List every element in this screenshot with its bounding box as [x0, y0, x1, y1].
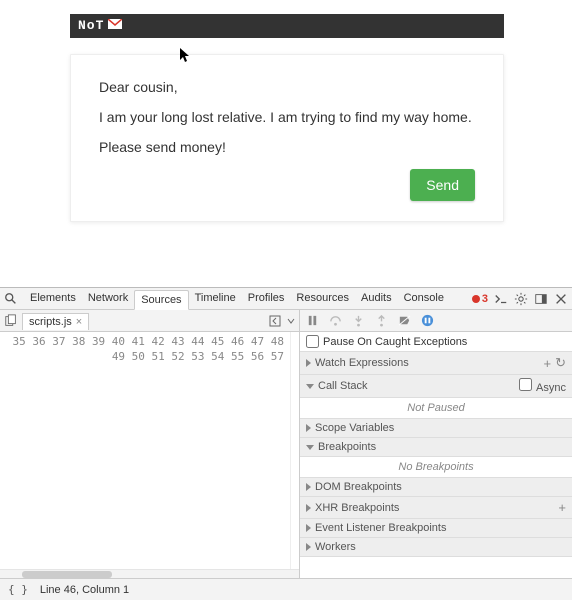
event-listener-breakpoints-header[interactable]: Event Listener Breakpoints: [300, 519, 572, 538]
scope-variables-header[interactable]: Scope Variables: [300, 419, 572, 438]
xhr-breakpoints-header[interactable]: XHR Breakpoints +: [300, 497, 572, 519]
file-tab-scripts[interactable]: scripts.js ×: [22, 313, 89, 330]
email-window: NoT Dear cousin, I am your long lost rel…: [70, 14, 504, 222]
deactivate-breakpoints-icon[interactable]: [398, 314, 411, 327]
pause-caught-label: Pause On Caught Exceptions: [323, 336, 467, 348]
async-checkbox[interactable]: [519, 378, 532, 391]
file-navigator-icon[interactable]: [4, 314, 18, 328]
not-paused-label: Not Paused: [300, 398, 572, 419]
chevron-right-icon: [306, 504, 311, 512]
tab-profiles[interactable]: Profiles: [242, 289, 291, 309]
chevron-down-icon: [306, 384, 314, 389]
devtools-tabs: Elements Network Sources Timeline Profil…: [24, 289, 472, 309]
call-stack-header[interactable]: Call Stack Async: [300, 375, 572, 398]
source-panel: scripts.js × 35 36 37 38 39 40 41 42 43 …: [0, 310, 300, 579]
step-over-icon[interactable]: [329, 314, 342, 327]
debugger-controls: [300, 310, 572, 332]
send-button[interactable]: Send: [410, 169, 475, 201]
chevron-right-icon: [306, 424, 311, 432]
email-line: Please send money!: [99, 139, 475, 155]
tab-console[interactable]: Console: [398, 289, 450, 309]
pause-icon[interactable]: [306, 314, 319, 327]
pause-caught-checkbox[interactable]: [306, 335, 319, 348]
breakpoints-header[interactable]: Breakpoints: [300, 438, 572, 457]
email-title-bar: NoT: [70, 14, 504, 38]
source-file-tabs: scripts.js ×: [0, 310, 299, 332]
step-out-icon[interactable]: [375, 314, 388, 327]
refresh-watch-icon[interactable]: ↻: [555, 355, 566, 371]
tab-sources[interactable]: Sources: [134, 290, 188, 310]
mail-icon: [108, 14, 122, 38]
console-drawer-icon[interactable]: [494, 292, 508, 306]
watch-expressions-header[interactable]: Watch Expressions + ↻: [300, 352, 572, 375]
tab-timeline[interactable]: Timeline: [189, 289, 242, 309]
debugger-sidebar: Pause On Caught Exceptions Watch Express…: [300, 310, 572, 579]
email-brand: NoT: [78, 14, 104, 38]
close-icon[interactable]: [554, 292, 568, 306]
chevron-down-icon: [306, 445, 314, 450]
file-tab-label: scripts.js: [29, 316, 72, 328]
line-gutter: 35 36 37 38 39 40 41 42 43 44 45 46 47 4…: [0, 332, 291, 569]
tab-network[interactable]: Network: [82, 289, 134, 309]
close-tab-icon[interactable]: ×: [76, 316, 82, 328]
code-editor[interactable]: 35 36 37 38 39 40 41 42 43 44 45 46 47 4…: [0, 332, 299, 569]
gear-icon[interactable]: [514, 292, 528, 306]
history-back-icon[interactable]: [269, 315, 281, 327]
chevron-right-icon: [306, 543, 311, 551]
workers-header[interactable]: Workers: [300, 538, 572, 557]
status-bar: { } Line 46, Column 1: [0, 578, 572, 600]
add-xhr-breakpoint-icon[interactable]: +: [558, 500, 566, 515]
tab-audits[interactable]: Audits: [355, 289, 398, 309]
scrollbar-thumb[interactable]: [22, 571, 112, 578]
tab-elements[interactable]: Elements: [24, 289, 82, 309]
email-greeting: Dear cousin,: [99, 79, 475, 95]
devtools-toolbar: Elements Network Sources Timeline Profil…: [0, 288, 572, 310]
more-tabs-icon[interactable]: [285, 315, 297, 327]
chevron-right-icon: [306, 359, 311, 367]
email-compose-card: Dear cousin, I am your long lost relativ…: [70, 54, 504, 222]
pretty-print-icon[interactable]: { }: [8, 583, 28, 596]
chevron-right-icon: [306, 524, 311, 532]
dom-breakpoints-header[interactable]: DOM Breakpoints: [300, 478, 572, 497]
cursor-position: Line 46, Column 1: [40, 584, 129, 596]
dock-icon[interactable]: [534, 292, 548, 306]
error-dot-icon: [472, 295, 480, 303]
async-toggle[interactable]: Async: [519, 378, 566, 394]
email-line: I am your long lost relative. I am tryin…: [99, 109, 475, 125]
error-count[interactable]: 3: [472, 293, 488, 305]
step-into-icon[interactable]: [352, 314, 365, 327]
code-content[interactable]: function postOnSuccess(data) { // the po…: [291, 332, 299, 569]
chevron-right-icon: [306, 483, 311, 491]
pause-exceptions-icon[interactable]: [421, 314, 434, 327]
tab-resources[interactable]: Resources: [290, 289, 355, 309]
no-breakpoints-label: No Breakpoints: [300, 457, 572, 478]
pause-on-caught-row: Pause On Caught Exceptions: [300, 332, 572, 352]
add-watch-icon[interactable]: +: [544, 356, 552, 371]
search-icon[interactable]: [4, 292, 18, 306]
devtools-panel: Elements Network Sources Timeline Profil…: [0, 287, 572, 600]
